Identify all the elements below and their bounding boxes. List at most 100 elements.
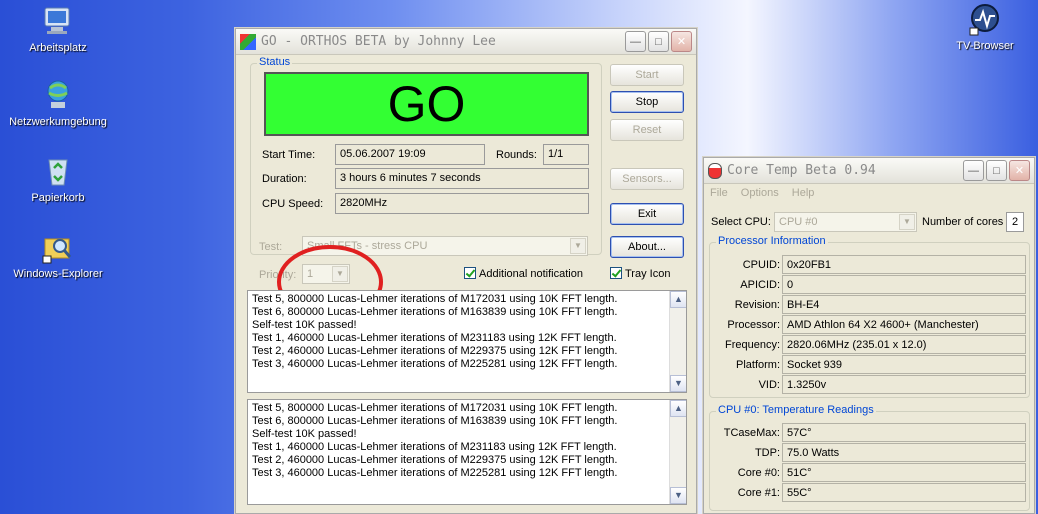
- duration-value: 3 hours 6 minutes 7 seconds: [335, 168, 589, 189]
- minimize-icon[interactable]: —: [625, 31, 646, 52]
- info-row: Revision: BH-E4: [710, 295, 1030, 315]
- desktop-icon-label: Papierkorb: [31, 192, 85, 204]
- about-button[interactable]: About...: [610, 236, 684, 258]
- info-row: Platform: Socket 939: [710, 355, 1030, 375]
- info-row-value: 0x20FB1: [782, 255, 1026, 274]
- log-pane-bottom[interactable]: Test 5, 800000 Lucas-Lehmer iterations o…: [247, 399, 687, 505]
- rounds-label: Rounds:: [496, 149, 537, 161]
- select-cpu-dropdown[interactable]: CPU #0 ▼: [774, 212, 917, 232]
- tray-icon-label: Tray Icon: [625, 268, 671, 280]
- info-row-label: TCaseMax:: [723, 427, 780, 439]
- info-row-value: 2820.06MHz (235.01 x 12.0): [782, 335, 1026, 354]
- info-row-value: 57C°: [782, 423, 1026, 442]
- additional-notification-label: Additional notification: [479, 268, 583, 280]
- explorer-icon: [41, 230, 75, 264]
- status-group: Status GO Start Time: 05.06.2007 19:09 R…: [250, 56, 602, 255]
- log-line: Test 5, 800000 Lucas-Lehmer iterations o…: [252, 293, 618, 305]
- log-line: Test 1, 460000 Lucas-Lehmer iterations o…: [252, 441, 617, 453]
- log-line: Test 1, 460000 Lucas-Lehmer iterations o…: [252, 332, 617, 344]
- log-line: Test 6, 800000 Lucas-Lehmer iterations o…: [252, 306, 618, 318]
- info-row: CPUID: 0x20FB1: [710, 255, 1030, 275]
- menu-help[interactable]: Help: [792, 187, 815, 199]
- desktop-icon-papierkorb[interactable]: Papierkorb: [3, 154, 113, 204]
- close-icon[interactable]: ✕: [671, 31, 692, 52]
- additional-notification-checkbox[interactable]: Additional notification: [464, 267, 583, 280]
- num-cores-value: 2: [1006, 212, 1024, 232]
- recycle-bin-icon: [41, 154, 75, 188]
- coretemp-window: Core Temp Beta 0.94 — □ ✕ File Options H…: [703, 157, 1035, 514]
- info-row-label: VID:: [758, 379, 780, 391]
- scrollbar[interactable]: ▲ ▼: [669, 291, 686, 392]
- coretemp-title: Core Temp Beta 0.94: [727, 163, 876, 178]
- info-row-label: CPUID:: [742, 259, 780, 271]
- processor-info-group: Processor Information CPUID: 0x20FB1 APICI…: [709, 235, 1030, 398]
- sensors-button[interactable]: Sensors...: [610, 168, 684, 190]
- chevron-down-icon: ▼: [570, 238, 586, 254]
- scroll-up-icon[interactable]: ▲: [670, 291, 686, 308]
- info-row-label: Core #1:: [737, 487, 780, 499]
- menu-options[interactable]: Options: [741, 187, 779, 199]
- info-row-label: APICID:: [740, 279, 780, 291]
- stop-button[interactable]: Stop: [610, 91, 684, 113]
- log-line: Test 6, 800000 Lucas-Lehmer iterations o…: [252, 415, 618, 427]
- desktop-icon-label: TV-Browser: [956, 40, 1014, 52]
- info-row: VID: 1.3250v: [710, 375, 1030, 395]
- log-line: Test 3, 460000 Lucas-Lehmer iterations o…: [252, 467, 618, 479]
- info-row-value: Socket 939: [782, 355, 1026, 374]
- desktop-icon-arbeitsplatz[interactable]: Arbeitsplatz: [3, 4, 113, 54]
- info-row: APICID: 0: [710, 275, 1030, 295]
- coretemp-title-bar[interactable]: Core Temp Beta 0.94 — □ ✕: [704, 158, 1034, 184]
- tray-icon-checkbox[interactable]: Tray Icon: [610, 267, 670, 280]
- scrollbar[interactable]: ▲ ▼: [669, 400, 686, 504]
- info-row-label: Platform:: [735, 359, 780, 371]
- orthos-title-bar[interactable]: GO - ORTHOS BETA by Johnny Lee — □ ✕: [236, 29, 696, 55]
- info-row: Frequency: 2820.06MHz (235.01 x 12.0): [710, 335, 1030, 355]
- scroll-down-icon[interactable]: ▼: [670, 487, 686, 504]
- orthos-app-icon: [240, 33, 256, 50]
- log-lines: Test 5, 800000 Lucas-Lehmer iterations o…: [252, 293, 682, 371]
- info-row-label: Processor:: [727, 319, 780, 331]
- log-line: Self-test 10K passed!: [252, 428, 357, 440]
- info-row: Processor: AMD Athlon 64 X2 4600+ (Manche…: [710, 315, 1030, 335]
- info-row-label: Frequency:: [724, 339, 780, 351]
- info-row-value: 1.3250v: [782, 375, 1026, 394]
- start-button[interactable]: Start: [610, 64, 684, 86]
- desktop-icon-label: Netzwerkumgebung: [9, 116, 107, 128]
- minimize-icon[interactable]: —: [963, 160, 984, 181]
- log-pane-top[interactable]: Test 5, 800000 Lucas-Lehmer iterations o…: [247, 290, 687, 393]
- log-line: Test 2, 460000 Lucas-Lehmer iterations o…: [252, 345, 618, 357]
- num-cores-label: Number of cores: [922, 216, 1004, 228]
- info-row: TCaseMax: 57C°: [710, 423, 1030, 443]
- cpu-speed-label: CPU Speed:: [262, 198, 324, 210]
- info-row-value: 0: [782, 275, 1026, 294]
- log-lines: Test 5, 800000 Lucas-Lehmer iterations o…: [252, 402, 682, 480]
- close-icon[interactable]: ✕: [1009, 160, 1030, 181]
- log-line: Test 3, 460000 Lucas-Lehmer iterations o…: [252, 358, 618, 370]
- desktop-icon-windows-explorer[interactable]: Windows-Explorer: [3, 230, 113, 280]
- coretemp-app-icon: [708, 162, 722, 179]
- info-row-value: 75.0 Watts: [782, 443, 1026, 462]
- cpu-speed-value: 2820MHz: [335, 193, 589, 214]
- info-row-value: 51C°: [782, 463, 1026, 482]
- start-time-value: 05.06.2007 19:09: [335, 144, 485, 165]
- maximize-icon[interactable]: □: [648, 31, 669, 52]
- checkbox-checked-icon: [610, 267, 622, 279]
- status-go-indicator: GO: [264, 72, 589, 136]
- info-row-value: AMD Athlon 64 X2 4600+ (Manchester): [782, 315, 1026, 334]
- info-row-label: Core #0:: [737, 467, 780, 479]
- menu-file[interactable]: File: [710, 187, 728, 199]
- reset-button[interactable]: Reset: [610, 119, 684, 141]
- duration-label: Duration:: [262, 173, 307, 185]
- processor-info-label: Processor Information: [716, 235, 828, 247]
- my-computer-icon: [41, 4, 75, 38]
- maximize-icon[interactable]: □: [986, 160, 1007, 181]
- status-group-label: Status: [257, 56, 293, 68]
- info-row-label: TDP:: [754, 447, 780, 459]
- desktop-icon-tv-browser[interactable]: TV-Browser: [930, 2, 1038, 52]
- scroll-up-icon[interactable]: ▲: [670, 400, 686, 417]
- log-line: Self-test 10K passed!: [252, 319, 357, 331]
- desktop-icon-netzwerkumgebung[interactable]: Netzwerkumgebung: [3, 78, 113, 128]
- scroll-down-icon[interactable]: ▼: [670, 375, 686, 392]
- info-row: Core #1: 55C°: [710, 483, 1030, 503]
- exit-button[interactable]: Exit: [610, 203, 684, 225]
